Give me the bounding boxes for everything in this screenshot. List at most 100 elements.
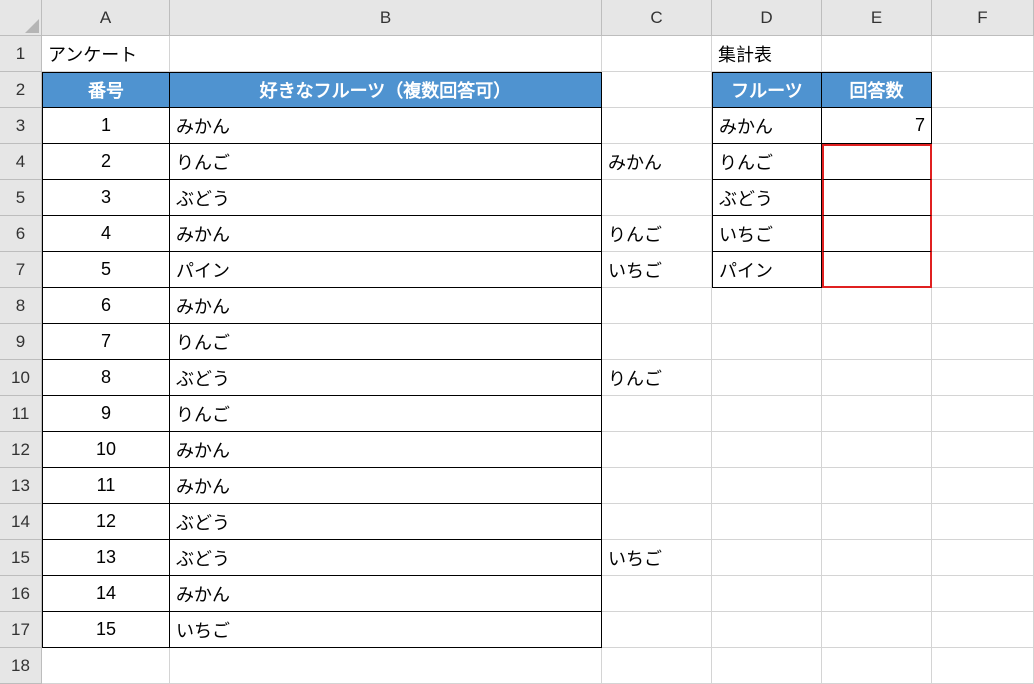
summary-count-cell[interactable] [822, 144, 932, 180]
row-header-1[interactable]: 1 [0, 36, 42, 72]
cell-F10[interactable] [932, 360, 1034, 396]
summary-fruit-cell[interactable]: りんご [712, 144, 822, 180]
cell-F18[interactable] [932, 648, 1034, 684]
survey-fruit-cell[interactable]: みかん [170, 108, 602, 144]
cell-D18[interactable] [712, 648, 822, 684]
cell-C11[interactable] [602, 396, 712, 432]
cell-E17[interactable] [822, 612, 932, 648]
row-header-2[interactable]: 2 [0, 72, 42, 108]
cell-F6[interactable] [932, 216, 1034, 252]
row-header-8[interactable]: 8 [0, 288, 42, 324]
cell-E14[interactable] [822, 504, 932, 540]
row-header-6[interactable]: 6 [0, 216, 42, 252]
cell-C2[interactable] [602, 72, 712, 108]
col-header-D[interactable]: D [712, 0, 822, 36]
cell-E12[interactable] [822, 432, 932, 468]
row-header-17[interactable]: 17 [0, 612, 42, 648]
survey-fruit-cell[interactable]: みかん [170, 216, 602, 252]
cell-F12[interactable] [932, 432, 1034, 468]
cell-F11[interactable] [932, 396, 1034, 432]
row-header-14[interactable]: 14 [0, 504, 42, 540]
survey-fruit-cell[interactable]: みかん [170, 468, 602, 504]
summary-count-cell[interactable]: 7 [822, 108, 932, 144]
cell-C8[interactable] [602, 288, 712, 324]
row-header-11[interactable]: 11 [0, 396, 42, 432]
cell-A1[interactable]: アンケート [42, 36, 170, 72]
cell-D14[interactable] [712, 504, 822, 540]
cell-E8[interactable] [822, 288, 932, 324]
survey-id-cell[interactable]: 15 [42, 612, 170, 648]
cell-D8[interactable] [712, 288, 822, 324]
survey-id-cell[interactable]: 8 [42, 360, 170, 396]
row-header-12[interactable]: 12 [0, 432, 42, 468]
extra-value-cell[interactable]: みかん [602, 144, 712, 180]
summary-fruit-cell[interactable]: パイン [712, 252, 822, 288]
cell-E10[interactable] [822, 360, 932, 396]
cell-B18[interactable] [170, 648, 602, 684]
row-header-7[interactable]: 7 [0, 252, 42, 288]
survey-fruit-cell[interactable]: パイン [170, 252, 602, 288]
extra-value-cell[interactable]: いちご [602, 540, 712, 576]
cell-F7[interactable] [932, 252, 1034, 288]
survey-fruit-cell[interactable]: みかん [170, 576, 602, 612]
survey-fruit-cell[interactable]: ぶどう [170, 360, 602, 396]
select-all-corner[interactable] [0, 0, 42, 36]
summary-header-fruit[interactable]: フルーツ [712, 72, 822, 108]
col-header-A[interactable]: A [42, 0, 170, 36]
cell-C9[interactable] [602, 324, 712, 360]
row-header-13[interactable]: 13 [0, 468, 42, 504]
survey-id-cell[interactable]: 3 [42, 180, 170, 216]
cell-E15[interactable] [822, 540, 932, 576]
cell-C3[interactable] [602, 108, 712, 144]
cell-D15[interactable] [712, 540, 822, 576]
row-header-5[interactable]: 5 [0, 180, 42, 216]
survey-fruit-cell[interactable]: ぶどう [170, 180, 602, 216]
cell-F4[interactable] [932, 144, 1034, 180]
summary-count-cell[interactable] [822, 180, 932, 216]
cell-F16[interactable] [932, 576, 1034, 612]
cell-F8[interactable] [932, 288, 1034, 324]
survey-id-cell[interactable]: 7 [42, 324, 170, 360]
cell-F5[interactable] [932, 180, 1034, 216]
row-header-4[interactable]: 4 [0, 144, 42, 180]
survey-fruit-cell[interactable]: みかん [170, 288, 602, 324]
cell-E13[interactable] [822, 468, 932, 504]
cell-D1[interactable]: 集計表 [712, 36, 822, 72]
cell-C14[interactable] [602, 504, 712, 540]
cell-C1[interactable] [602, 36, 712, 72]
cell-F13[interactable] [932, 468, 1034, 504]
survey-id-cell[interactable]: 10 [42, 432, 170, 468]
summary-fruit-cell[interactable]: いちご [712, 216, 822, 252]
survey-header-fruit[interactable]: 好きなフルーツ（複数回答可） [170, 72, 602, 108]
cell-C12[interactable] [602, 432, 712, 468]
summary-count-cell[interactable] [822, 216, 932, 252]
cell-C13[interactable] [602, 468, 712, 504]
cell-D16[interactable] [712, 576, 822, 612]
survey-header-id[interactable]: 番号 [42, 72, 170, 108]
summary-header-count[interactable]: 回答数 [822, 72, 932, 108]
summary-fruit-cell[interactable]: ぶどう [712, 180, 822, 216]
survey-id-cell[interactable]: 4 [42, 216, 170, 252]
cell-C17[interactable] [602, 612, 712, 648]
survey-id-cell[interactable]: 2 [42, 144, 170, 180]
cell-B1[interactable] [170, 36, 602, 72]
cell-D9[interactable] [712, 324, 822, 360]
survey-fruit-cell[interactable]: みかん [170, 432, 602, 468]
row-header-3[interactable]: 3 [0, 108, 42, 144]
cell-F9[interactable] [932, 324, 1034, 360]
row-header-15[interactable]: 15 [0, 540, 42, 576]
survey-fruit-cell[interactable]: りんご [170, 396, 602, 432]
survey-fruit-cell[interactable]: ぶどう [170, 540, 602, 576]
survey-id-cell[interactable]: 9 [42, 396, 170, 432]
survey-id-cell[interactable]: 14 [42, 576, 170, 612]
cell-F14[interactable] [932, 504, 1034, 540]
row-header-10[interactable]: 10 [0, 360, 42, 396]
survey-id-cell[interactable]: 13 [42, 540, 170, 576]
cell-F2[interactable] [932, 72, 1034, 108]
summary-fruit-cell[interactable]: みかん [712, 108, 822, 144]
survey-id-cell[interactable]: 11 [42, 468, 170, 504]
cell-E16[interactable] [822, 576, 932, 612]
row-header-9[interactable]: 9 [0, 324, 42, 360]
survey-id-cell[interactable]: 1 [42, 108, 170, 144]
col-header-B[interactable]: B [170, 0, 602, 36]
